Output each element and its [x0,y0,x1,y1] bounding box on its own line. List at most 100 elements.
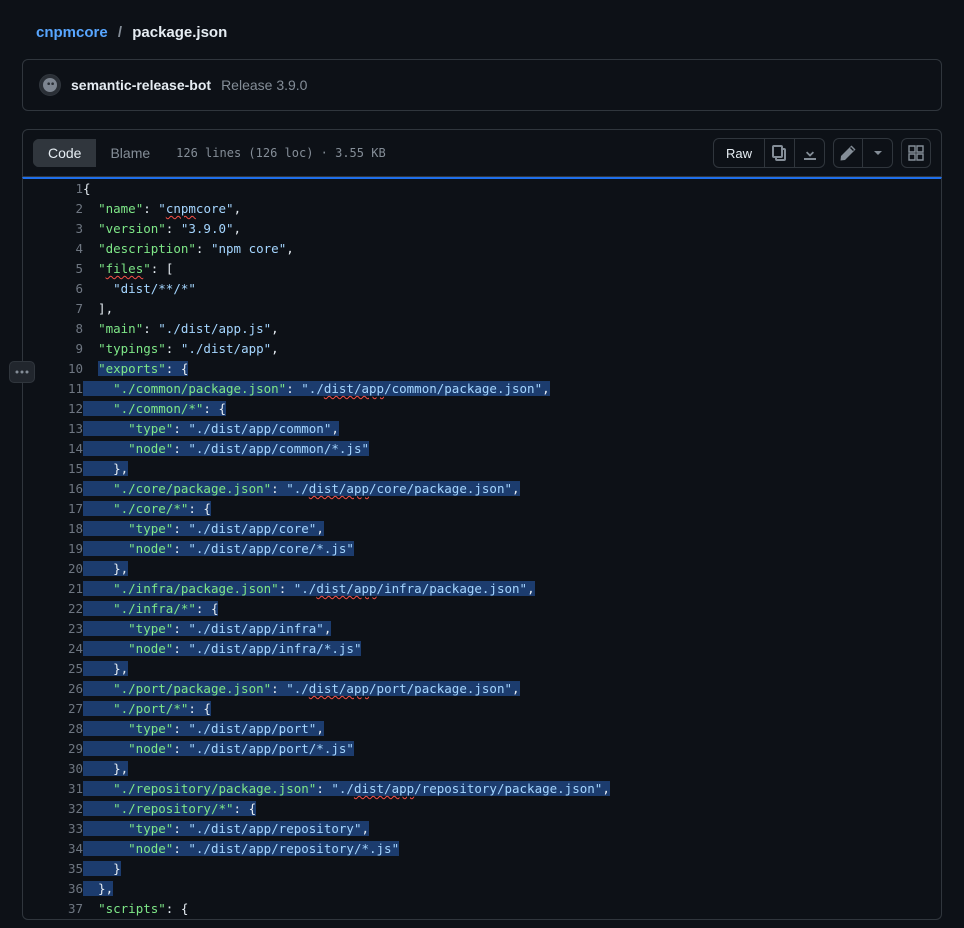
line-number[interactable]: 21 [23,579,83,599]
commit-message[interactable]: Release 3.9.0 [221,77,307,93]
line-number[interactable]: 28 [23,719,83,739]
line-number[interactable]: 25 [23,659,83,679]
line-number[interactable]: 35 [23,859,83,879]
line-number[interactable]: 27 [23,699,83,719]
line-number[interactable]: 6 [23,279,83,299]
code-content[interactable]: "exports": { [83,359,941,379]
code-content[interactable]: }, [83,459,941,479]
code-content[interactable]: "./infra/*": { [83,599,941,619]
code-content[interactable]: "type": "./dist/app/common", [83,419,941,439]
breadcrumb-separator: / [118,24,122,41]
line-number[interactable]: 5 [23,259,83,279]
code-line: 34 "node": "./dist/app/repository/*.js" [23,839,941,859]
symbols-icon [908,145,924,161]
line-number[interactable]: 1 [23,179,83,199]
code-line: 3 "version": "3.9.0", [23,219,941,239]
line-number[interactable]: 3 [23,219,83,239]
line-number[interactable]: 8 [23,319,83,339]
copy-icon [772,145,788,161]
line-number[interactable]: 24 [23,639,83,659]
code-content[interactable]: "dist/**/*" [83,279,941,299]
code-content[interactable]: }, [83,879,941,899]
file-toolbar: Code Blame 126 lines (126 loc) · 3.55 KB… [22,129,942,177]
code-content[interactable]: "node": "./dist/app/infra/*.js" [83,639,941,659]
line-number[interactable]: 33 [23,819,83,839]
line-number[interactable]: 31 [23,779,83,799]
collapse-toggle[interactable] [9,361,35,383]
line-number[interactable]: 7 [23,299,83,319]
tab-code[interactable]: Code [33,139,96,167]
line-number[interactable]: 36 [23,879,83,899]
code-content[interactable]: }, [83,659,941,679]
symbols-button[interactable] [901,138,931,168]
code-content[interactable]: "node": "./dist/app/common/*.js" [83,439,941,459]
code-content[interactable]: }, [83,759,941,779]
code-content[interactable]: "typings": "./dist/app", [83,339,941,359]
chevron-down-icon [870,145,886,161]
line-number[interactable]: 13 [23,419,83,439]
code-content[interactable]: { [83,179,941,199]
line-number[interactable]: 37 [23,899,83,919]
code-content[interactable]: "description": "npm core", [83,239,941,259]
line-number[interactable]: 16 [23,479,83,499]
line-number[interactable]: 23 [23,619,83,639]
line-number[interactable]: 14 [23,439,83,459]
tab-blame[interactable]: Blame [96,139,164,167]
line-number[interactable]: 4 [23,239,83,259]
line-number[interactable]: 22 [23,599,83,619]
code-content[interactable]: "version": "3.9.0", [83,219,941,239]
code-line: 27 "./port/*": { [23,699,941,719]
copy-button[interactable] [765,138,795,168]
line-number[interactable]: 34 [23,839,83,859]
line-number[interactable]: 17 [23,499,83,519]
download-icon [802,145,818,161]
code-content[interactable]: "./common/*": { [83,399,941,419]
edit-button[interactable] [833,138,863,168]
code-content[interactable]: "files": [ [83,259,941,279]
raw-button[interactable]: Raw [713,138,765,168]
code-content[interactable]: "node": "./dist/app/repository/*.js" [83,839,941,859]
code-content[interactable]: "./common/package.json": "./dist/app/com… [83,379,941,399]
commit-author[interactable]: semantic-release-bot [71,77,211,93]
line-number[interactable]: 18 [23,519,83,539]
code-content[interactable]: }, [83,559,941,579]
code-line: 17 "./core/*": { [23,499,941,519]
code-line: 30 }, [23,759,941,779]
line-number[interactable]: 30 [23,759,83,779]
line-number[interactable]: 20 [23,559,83,579]
code-content[interactable]: "node": "./dist/app/core/*.js" [83,539,941,559]
code-content[interactable]: "./core/package.json": "./dist/app/core/… [83,479,941,499]
code-content[interactable]: ], [83,299,941,319]
code-content[interactable]: "main": "./dist/app.js", [83,319,941,339]
line-number[interactable]: 19 [23,539,83,559]
line-number[interactable]: 26 [23,679,83,699]
code-content[interactable]: "./port/package.json": "./dist/app/port/… [83,679,941,699]
line-number[interactable]: 32 [23,799,83,819]
code-content[interactable]: "type": "./dist/app/core", [83,519,941,539]
code-line: 25 }, [23,659,941,679]
line-number[interactable]: 9 [23,339,83,359]
code-content[interactable]: "type": "./dist/app/infra", [83,619,941,639]
line-number[interactable]: 12 [23,399,83,419]
code-content[interactable]: "name": "cnpmcore", [83,199,941,219]
code-content[interactable]: "node": "./dist/app/port/*.js" [83,739,941,759]
code-content[interactable]: } [83,859,941,879]
code-content[interactable]: "./infra/package.json": "./dist/app/infr… [83,579,941,599]
code-content[interactable]: "scripts": { [83,899,941,919]
code-content[interactable]: "./repository/package.json": "./dist/app… [83,779,941,799]
line-number[interactable]: 15 [23,459,83,479]
code-line: 12 "./common/*": { [23,399,941,419]
code-content[interactable]: "type": "./dist/app/port", [83,719,941,739]
download-button[interactable] [795,138,825,168]
edit-menu-button[interactable] [863,138,893,168]
line-number[interactable]: 2 [23,199,83,219]
code-content[interactable]: "type": "./dist/app/repository", [83,819,941,839]
code-content[interactable]: "./repository/*": { [83,799,941,819]
code-content[interactable]: "./core/*": { [83,499,941,519]
line-number[interactable]: 29 [23,739,83,759]
breadcrumb-repo-link[interactable]: cnpmcore [36,24,108,41]
code-content[interactable]: "./port/*": { [83,699,941,719]
code-line: 22 "./infra/*": { [23,599,941,619]
code-line: 14 "node": "./dist/app/common/*.js" [23,439,941,459]
code-line: 7 ], [23,299,941,319]
